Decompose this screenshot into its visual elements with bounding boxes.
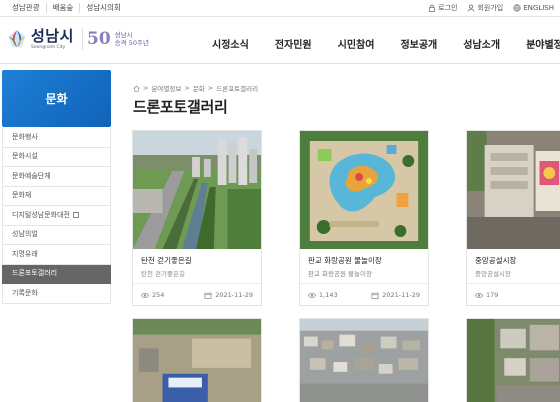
calendar-icon [204, 292, 212, 299]
site-header: 성남시 Seongnam City 50 성남시 승격 50주년 시정소식 전자… [0, 18, 560, 64]
card-subtitle: 판교 화랑공원 물놀이장 [308, 270, 372, 278]
breadcrumb-item[interactable]: 문화 [193, 83, 205, 93]
card-subtitle: 탄천 걷기좋은길 [141, 270, 185, 278]
view-count: 254 [141, 291, 164, 299]
nav-participation[interactable]: 시민참여 [338, 36, 375, 51]
gallery-card[interactable]: 탄천 걷기좋은길 탄천 걷기좋은길 254 2021-11-29 [132, 130, 262, 306]
main-nav: 시정소식 전자민원 시민참여 정보공개 성남소개 분야별정보 [212, 36, 560, 51]
lock-icon [429, 4, 435, 12]
external-link-icon [72, 212, 79, 219]
nav-info-disclosure[interactable]: 정보공개 [400, 36, 437, 51]
card-title[interactable]: 탄천 걷기좋은길 [141, 255, 192, 266]
post-date: 2021-11-29 [204, 291, 253, 299]
seongnam-emblem-icon [8, 29, 26, 48]
sidebar-item-place-names[interactable]: 지명유래 [2, 245, 111, 265]
user-icon [468, 4, 475, 12]
card-title[interactable]: 중앙공설시장 [475, 255, 516, 266]
nav-e-civil[interactable]: 전자민원 [275, 36, 312, 51]
city-logo[interactable]: 성남시 Seongnam City [6, 28, 74, 50]
view-count: 179 [475, 291, 498, 299]
nav-about[interactable]: 성남소개 [463, 36, 500, 51]
gallery-card[interactable]: 중앙공설시장 중앙공설시장 179 [466, 130, 560, 306]
sidebar-menu: 문화행사 문화시설 문화예술단체 문화재 디지털성남문화대전 성남의얼 지명유래… [2, 128, 111, 304]
breadcrumb: > 분야별정보 > 문화 > 드론포토갤러리 [133, 83, 258, 93]
drone-photo-construction [133, 319, 261, 402]
util-link-learning[interactable]: 배움숲 [47, 3, 81, 13]
calendar-icon [371, 292, 379, 299]
drone-photo-residential [300, 319, 428, 402]
anniversary-badge: 50 성남시 승격 50주년 [82, 28, 149, 50]
signup-link[interactable]: 회원가입 [467, 3, 503, 13]
card-title[interactable]: 판교 화랑공원 물놀이장 [308, 255, 382, 266]
post-date-value: 2021-11-29 [382, 291, 420, 299]
login-label: 로그인 [438, 4, 458, 12]
drone-photo-hillside [467, 319, 560, 402]
utility-bar: 성남관광 배움숲 성남시의회 로그인 회원가입 ENGLISH [0, 0, 560, 17]
sidebar-item-records[interactable]: 기록문화 [2, 284, 111, 304]
page-title: 드론포토갤러리 [133, 98, 228, 116]
view-count-value: 179 [486, 291, 499, 299]
post-date-value: 2021-11-29 [215, 291, 253, 299]
view-count: 1,143 [308, 291, 338, 299]
globe-icon [513, 4, 521, 12]
gallery-card[interactable]: 판교 화랑공원 물놀이장 판교 화랑공원 물놀이장 1,143 2021-11-… [299, 130, 429, 306]
breadcrumb-item[interactable]: 분야별정보 [151, 83, 181, 93]
home-icon[interactable] [133, 85, 140, 92]
sidebar-title: 문화 [2, 70, 111, 127]
drone-photo-tancheon [133, 131, 261, 249]
util-link-tourism[interactable]: 성남관광 [12, 3, 47, 13]
sidebar-item-culture-facilities[interactable]: 문화시설 [2, 147, 111, 167]
gallery-card[interactable] [466, 318, 560, 402]
drone-photo-water-park [300, 131, 428, 249]
util-link-council[interactable]: 성남시의회 [80, 3, 127, 13]
utility-links: 성남관광 배움숲 성남시의회 [12, 3, 127, 13]
nav-field-info[interactable]: 분야별정보 [526, 36, 560, 51]
english-link[interactable]: ENGLISH [513, 3, 554, 13]
eye-icon [308, 292, 316, 298]
card-subtitle: 중앙공설시장 [475, 270, 511, 278]
city-name: 성남시 [31, 26, 74, 45]
sidebar-item-digital-encyclopedia[interactable]: 디지털성남문화대전 [2, 206, 111, 226]
sidebar-item-culture-events[interactable]: 문화행사 [2, 128, 111, 148]
drone-photo-market [467, 131, 560, 249]
view-count-value: 1,143 [319, 291, 338, 299]
nav-city-news[interactable]: 시정소식 [212, 36, 249, 51]
signup-label: 회원가입 [477, 4, 504, 12]
breadcrumb-item[interactable]: 드론포토갤러리 [216, 83, 258, 93]
gallery-card[interactable] [299, 318, 429, 402]
sidebar-item-spirit[interactable]: 성남의얼 [2, 225, 111, 245]
sidebar-item-drone-gallery[interactable]: 드론포토갤러리 [2, 264, 111, 284]
anniv-number: 50 [87, 29, 111, 49]
view-count-value: 254 [152, 291, 165, 299]
sidebar-item-arts-groups[interactable]: 문화예술단체 [2, 167, 111, 187]
account-links: 로그인 회원가입 ENGLISH [428, 3, 554, 13]
gallery-card[interactable] [132, 318, 262, 402]
post-date: 2021-11-29 [371, 291, 420, 299]
eye-icon [475, 292, 483, 298]
sidebar-item-heritage[interactable]: 문화재 [2, 186, 111, 206]
city-name-en: Seongnam City [31, 44, 66, 50]
eye-icon [141, 292, 149, 298]
login-link[interactable]: 로그인 [428, 3, 457, 13]
anniv-line1: 성남시 [114, 31, 133, 39]
english-label: ENGLISH [523, 4, 554, 12]
anniv-line2: 승격 50주년 [114, 39, 149, 47]
sidebar-item-label: 디지털성남문화대전 [12, 210, 70, 219]
